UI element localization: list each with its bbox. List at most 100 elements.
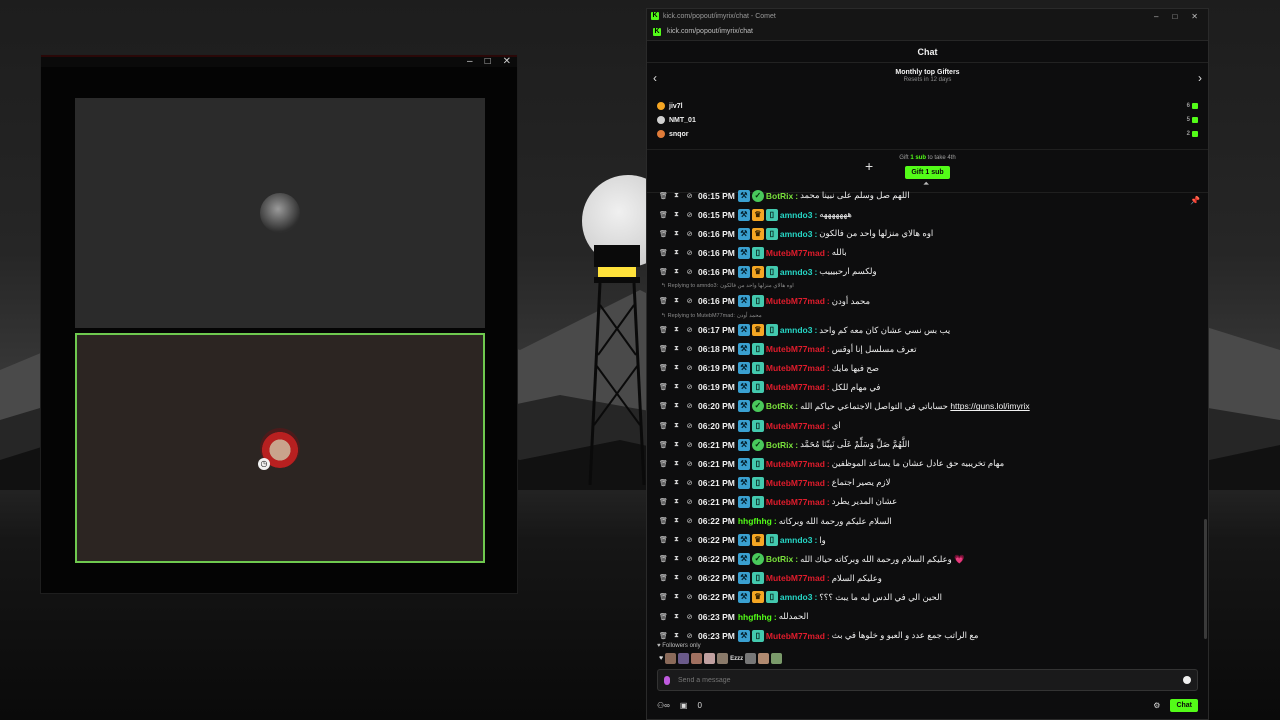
username[interactable]: MutebM77mad bbox=[766, 363, 825, 373]
ban-icon[interactable]: ⊘ bbox=[685, 593, 694, 601]
delete-icon[interactable]: 🗑 bbox=[659, 211, 668, 219]
username[interactable]: MutebM77mad bbox=[766, 382, 825, 392]
delete-icon[interactable]: 🗑 bbox=[659, 441, 668, 449]
username[interactable]: MutebM77mad bbox=[766, 421, 825, 431]
timeout-icon[interactable]: ⧗ bbox=[672, 613, 681, 621]
chat-message[interactable]: 🗑 ⧗ ⊘ 06:21 PM ⚒ ▯ MutebM77mad: مهام تخريبيه حق… bbox=[659, 454, 1210, 473]
emote[interactable] bbox=[704, 653, 716, 664]
chat-message[interactable]: 🗑 ⧗ ⊘ 06:15 PM ⚒ ✓ BotRix: اللهم صل وسلم على نب… bbox=[659, 186, 1210, 205]
timeout-icon[interactable]: ⧗ bbox=[672, 211, 681, 219]
ban-icon[interactable]: ⊘ bbox=[685, 479, 694, 487]
close-icon[interactable]: ✕ bbox=[1191, 12, 1198, 21]
delete-icon[interactable]: 🗑 bbox=[659, 498, 668, 506]
emote[interactable] bbox=[771, 653, 783, 664]
username[interactable]: MutebM77mad bbox=[766, 497, 825, 507]
ban-icon[interactable]: ⊘ bbox=[685, 574, 694, 582]
timeout-icon[interactable]: ⧗ bbox=[672, 555, 681, 563]
reply-context[interactable]: ↰ Replying to MutebM77mad: محمد أودن bbox=[659, 311, 1210, 321]
ban-icon[interactable]: ⊘ bbox=[685, 249, 694, 257]
delete-icon[interactable]: 🗑 bbox=[659, 326, 668, 334]
chat-message[interactable]: 🗑 ⧗ ⊘ 06:22 PM ⚒ ♛ ▯ amndo3: وا bbox=[659, 531, 1210, 550]
chat-message[interactable]: 🗑 ⧗ ⊘ 06:17 PM ⚒ ♛ ▯ amndo3: يب بس نسي عشان كان … bbox=[659, 321, 1210, 340]
users-infinity-icon[interactable]: ⚇∞ bbox=[657, 701, 670, 710]
timeout-icon[interactable]: ⧗ bbox=[672, 364, 681, 372]
username[interactable]: MutebM77mad bbox=[766, 459, 825, 469]
username[interactable]: amndo3 bbox=[780, 267, 813, 277]
message-input-box[interactable] bbox=[657, 669, 1198, 691]
ban-icon[interactable]: ⊘ bbox=[685, 268, 694, 276]
delete-icon[interactable]: 🗑 bbox=[659, 192, 668, 200]
timeout-icon[interactable]: ⧗ bbox=[672, 460, 681, 468]
delete-icon[interactable]: 🗑 bbox=[659, 402, 668, 410]
close-icon[interactable]: ✕ bbox=[503, 57, 511, 67]
delete-icon[interactable]: 🗑 bbox=[659, 574, 668, 582]
delete-icon[interactable]: 🗑 bbox=[659, 536, 668, 544]
emote[interactable] bbox=[665, 653, 677, 664]
username[interactable]: BotRix bbox=[766, 191, 793, 201]
username[interactable]: MutebM77mad bbox=[766, 631, 825, 641]
username[interactable]: amndo3 bbox=[780, 210, 813, 220]
username[interactable]: MutebM77mad bbox=[766, 344, 825, 354]
address-bar[interactable]: K kick.com/popout/imyrix/chat bbox=[647, 23, 1208, 41]
timeout-icon[interactable]: ⧗ bbox=[672, 268, 681, 276]
gifter-row[interactable]: snqor 2 bbox=[657, 127, 1198, 141]
delete-icon[interactable]: 🗑 bbox=[659, 422, 668, 430]
username[interactable]: amndo3 bbox=[780, 325, 813, 335]
chat-message[interactable]: 🗑 ⧗ ⊘ 06:22 PM ⚒ ▯ MutebM77mad: وعليكم السلام bbox=[659, 569, 1210, 588]
send-chat-button[interactable]: Chat bbox=[1170, 698, 1198, 712]
chat-message[interactable]: 🗑 ⧗ ⊘ 06:20 PM ⚒ ▯ MutebM77mad: اي bbox=[659, 416, 1210, 435]
gifter-row[interactable]: jiv7l 6 bbox=[657, 99, 1198, 113]
ban-icon[interactable]: ⊘ bbox=[685, 230, 694, 238]
delete-icon[interactable]: 🗑 bbox=[659, 249, 668, 257]
ban-icon[interactable]: ⊘ bbox=[685, 632, 694, 640]
delete-icon[interactable]: 🗑 bbox=[659, 460, 668, 468]
ban-icon[interactable]: ⊘ bbox=[685, 613, 694, 621]
chat-message[interactable]: 🗑 ⧗ ⊘ 06:16 PM ⚒ ♛ ▯ amndo3: اوه هالاي منزلها وا… bbox=[659, 224, 1210, 243]
timeout-icon[interactable]: ⧗ bbox=[672, 326, 681, 334]
maximize-icon[interactable]: □ bbox=[1172, 12, 1177, 21]
ban-icon[interactable]: ⊘ bbox=[685, 297, 694, 305]
ban-icon[interactable]: ⊘ bbox=[685, 402, 694, 410]
delete-icon[interactable]: 🗑 bbox=[659, 555, 668, 563]
gift-sub-button[interactable]: Gift 1 sub bbox=[905, 166, 950, 179]
chat-message[interactable]: 🗑 ⧗ ⊘ 06:18 PM ⚒ ▯ MutebM77mad: تعرف مسلسل إنا … bbox=[659, 340, 1210, 359]
timeout-icon[interactable]: ⧗ bbox=[672, 479, 681, 487]
ban-icon[interactable]: ⊘ bbox=[685, 192, 694, 200]
chat-message[interactable]: 🗑 ⧗ ⊘ 06:23 PM hhgfhhg: الحمدلله bbox=[659, 607, 1210, 626]
reply-context[interactable]: ↰ Replying to amndo3: اوه هالاي منزلها واح… bbox=[659, 281, 1210, 291]
ban-icon[interactable]: ⊘ bbox=[685, 517, 694, 525]
chat-message[interactable]: 🗑 ⧗ ⊘ 06:22 PM ⚒ ♛ ▯ amndo3: الحين الي في الدس ل… bbox=[659, 588, 1210, 607]
chevron-left-icon[interactable]: ‹ bbox=[653, 71, 657, 85]
delete-icon[interactable]: 🗑 bbox=[659, 479, 668, 487]
timeout-icon[interactable]: ⧗ bbox=[672, 632, 681, 640]
maximize-icon[interactable]: □ bbox=[485, 57, 491, 67]
delete-icon[interactable]: 🗑 bbox=[659, 613, 668, 621]
chat-message[interactable]: 🗑 ⧗ ⊘ 06:19 PM ⚒ ▯ MutebM77mad: صح فيها مايك bbox=[659, 359, 1210, 378]
delete-icon[interactable]: 🗑 bbox=[659, 364, 668, 372]
timeout-icon[interactable]: ⧗ bbox=[672, 536, 681, 544]
timeout-icon[interactable]: ⧗ bbox=[672, 422, 681, 430]
ban-icon[interactable]: ⊘ bbox=[685, 211, 694, 219]
chat-message[interactable]: 🗑 ⧗ ⊘ 06:20 PM ⚒ ✓ BotRix: حساباتي في التواصل ا… bbox=[659, 397, 1210, 416]
timeout-icon[interactable]: ⧗ bbox=[672, 192, 681, 200]
username[interactable]: hhgfhhg bbox=[738, 516, 772, 526]
participant-tile-1[interactable] bbox=[75, 98, 485, 328]
timeout-icon[interactable]: ⧗ bbox=[672, 593, 681, 601]
minimize-icon[interactable]: – bbox=[467, 57, 473, 67]
timeout-icon[interactable]: ⧗ bbox=[672, 383, 681, 391]
chat-message[interactable]: 🗑 ⧗ ⊘ 06:16 PM ⚒ ▯ MutebM77mad: بالله bbox=[659, 243, 1210, 262]
username[interactable]: BotRix bbox=[766, 554, 793, 564]
delete-icon[interactable]: 🗑 bbox=[659, 230, 668, 238]
chat-message[interactable]: 🗑 ⧗ ⊘ 06:15 PM ⚒ ♛ ▯ amndo3: هههههههه bbox=[659, 205, 1210, 224]
timeout-icon[interactable]: ⧗ bbox=[672, 249, 681, 257]
delete-icon[interactable]: 🗑 bbox=[659, 593, 668, 601]
timeout-icon[interactable]: ⧗ bbox=[672, 345, 681, 353]
timeout-icon[interactable]: ⧗ bbox=[672, 517, 681, 525]
chat-message[interactable]: 🗑 ⧗ ⊘ 06:23 PM ⚒ ▯ MutebM77mad: مع الراتب جمع ع… bbox=[659, 626, 1210, 643]
emote[interactable] bbox=[678, 653, 690, 664]
chat-message[interactable]: 🗑 ⧗ ⊘ 06:21 PM ⚒ ▯ MutebM77mad: عشان المدير يطر… bbox=[659, 492, 1210, 511]
username[interactable]: hhgfhhg bbox=[738, 612, 772, 622]
username[interactable]: amndo3 bbox=[780, 535, 813, 545]
chat-message[interactable]: 🗑 ⧗ ⊘ 06:21 PM ⚒ ✓ BotRix: اللَّهُمَّ صَلِّ وَس… bbox=[659, 435, 1210, 454]
ban-icon[interactable]: ⊘ bbox=[685, 326, 694, 334]
